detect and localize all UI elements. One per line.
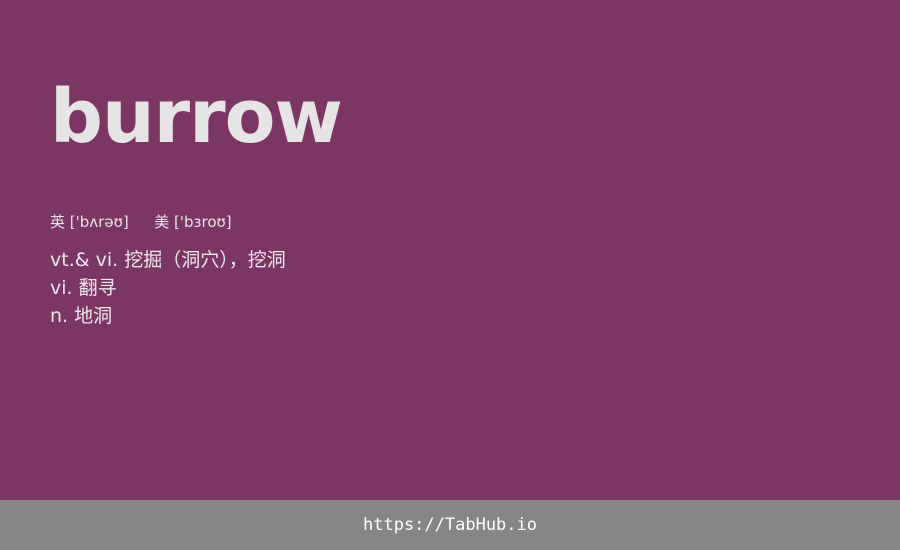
definition-item: n. 地洞 (50, 305, 113, 327)
definition-item: vt.& vi. 挖掘（洞穴），挖洞 (50, 249, 286, 271)
phonetics: 英 ['bʌrəʊ] 美 ['bɜroʊ] (50, 212, 232, 232)
us-label: 美 (154, 213, 170, 231)
us-phonetic: ['bɜroʊ] (174, 213, 232, 231)
uk-phonetic: ['bʌrəʊ] (69, 213, 129, 231)
definition-item: vi. 翻寻 (50, 277, 117, 299)
uk-label: 英 (50, 213, 66, 231)
definition-list: vt.& vi. 挖掘（洞穴），挖洞 vi. 翻寻 n. 地洞 (50, 246, 286, 330)
word-card: burrow 英 ['bʌrəʊ] 美 ['bɜroʊ] vt.& vi. 挖掘… (0, 0, 900, 500)
headword: burrow (50, 74, 343, 160)
footer-bar: https://TabHub.io (0, 500, 900, 550)
tabhub-link[interactable]: https://TabHub.io (363, 515, 537, 535)
